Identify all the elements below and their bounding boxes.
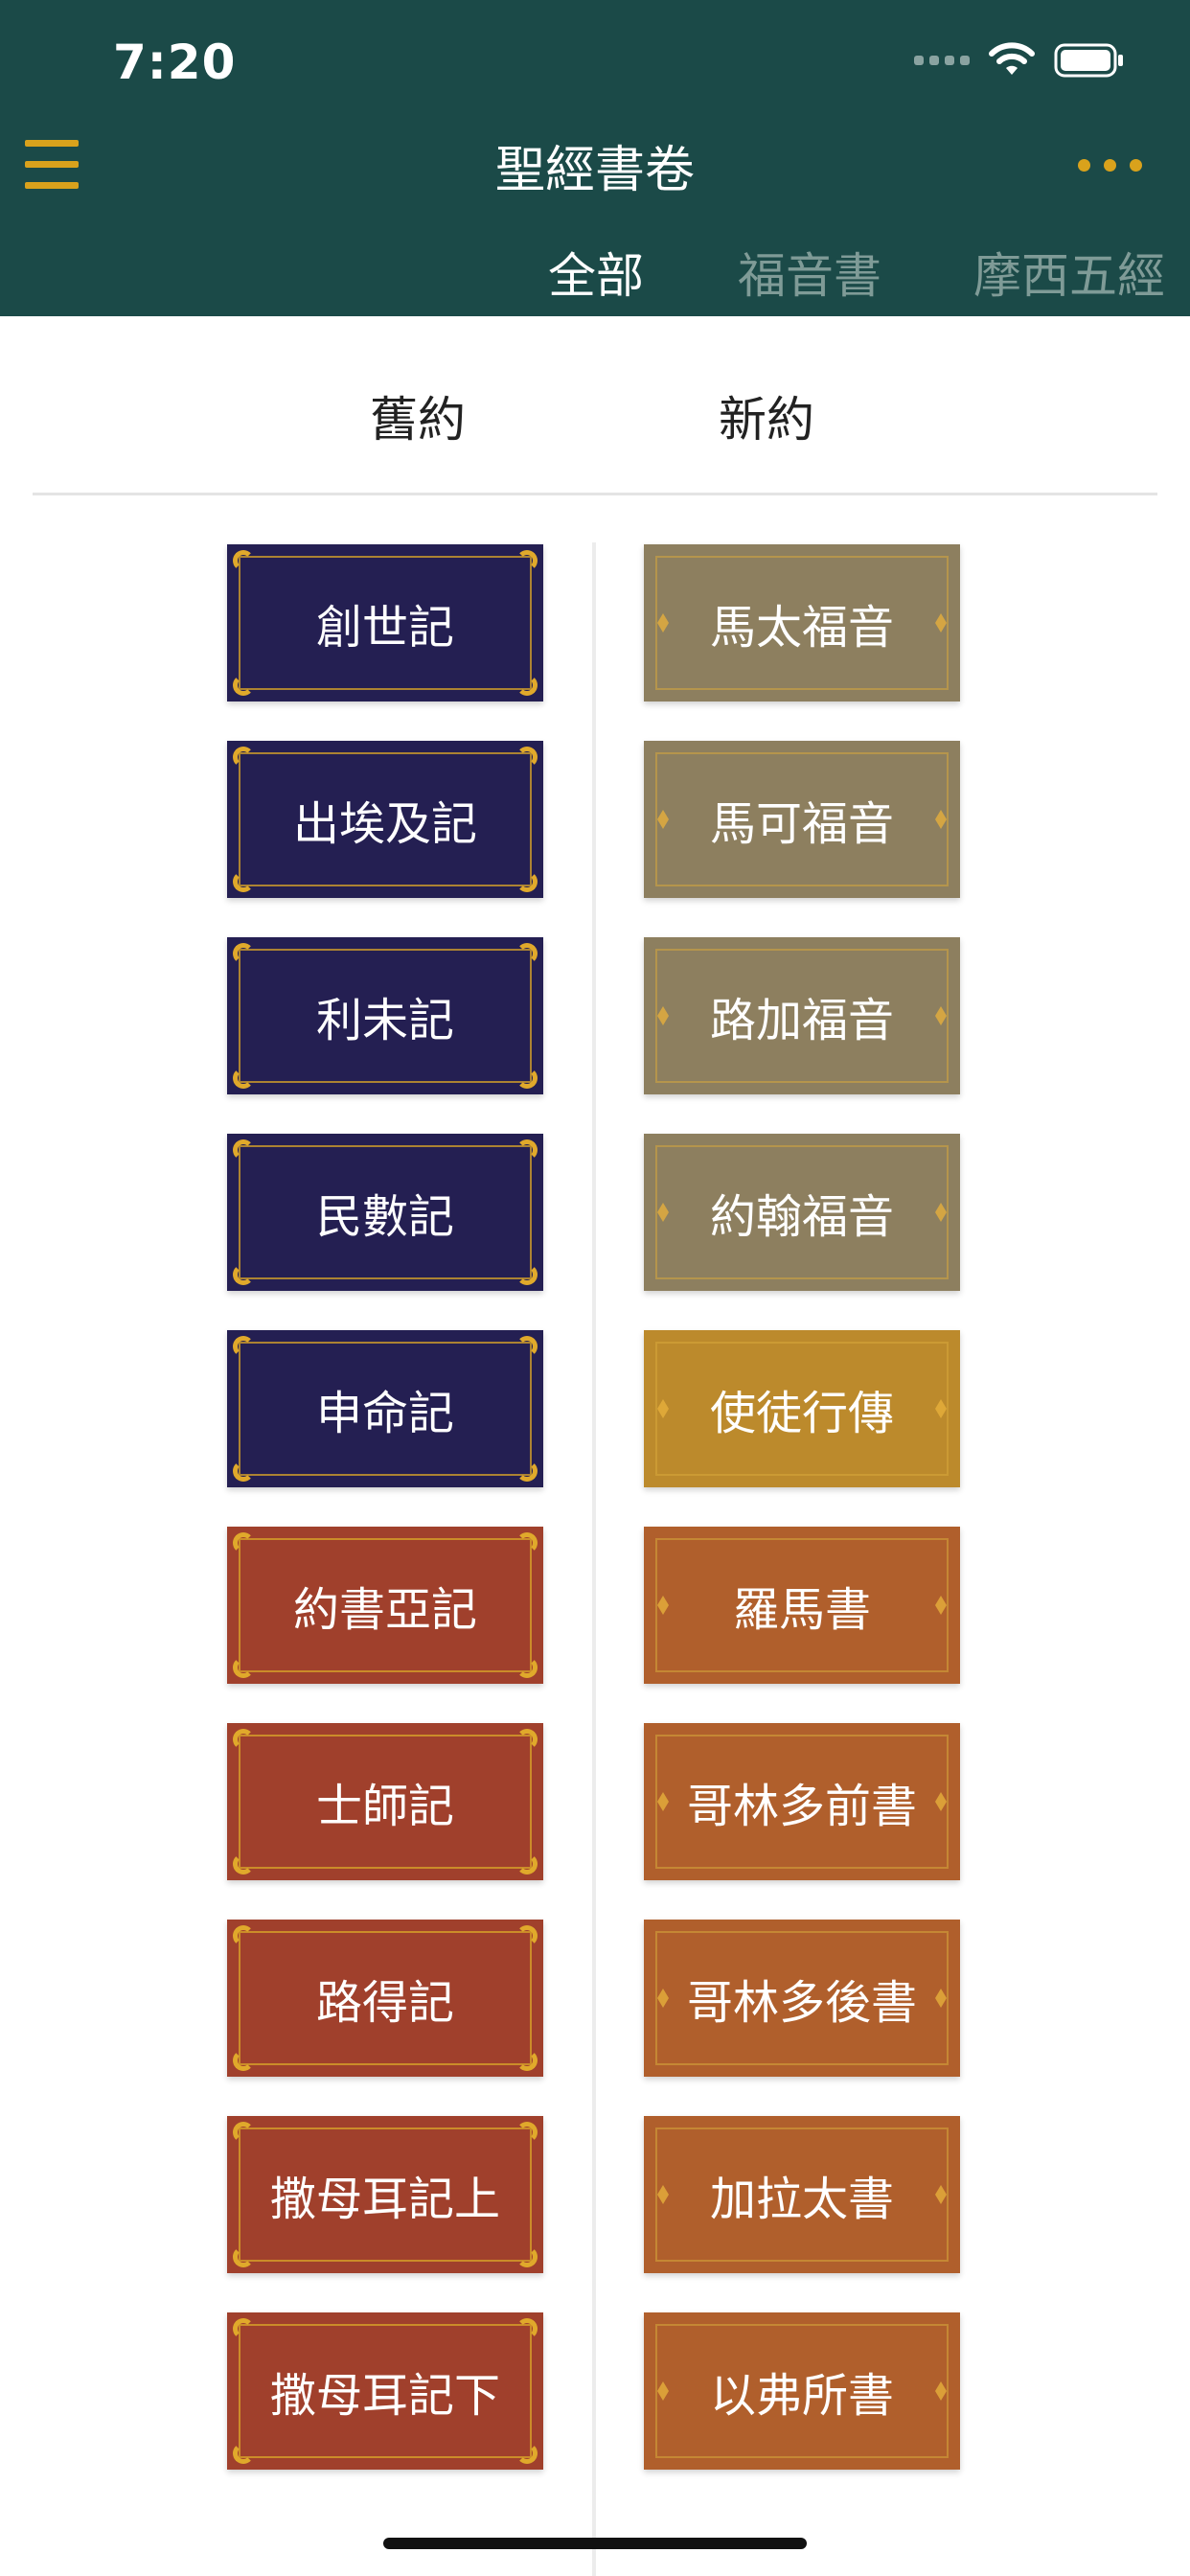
new-testament-book-card[interactable]: 以弗所書 bbox=[644, 2312, 960, 2470]
book-name: 使徒行傳 bbox=[709, 1387, 894, 1440]
tab-divider bbox=[33, 493, 1157, 495]
tab-new-testament[interactable]: 新約 bbox=[719, 381, 814, 450]
home-indicator bbox=[383, 2538, 807, 2549]
new-testament-book-card[interactable]: 馬太福音 bbox=[644, 544, 960, 702]
new-testament-book-card[interactable]: 約翰福音 bbox=[644, 1134, 960, 1291]
book-name: 撒母耳記上 bbox=[269, 2173, 500, 2226]
new-testament-book-card[interactable]: 路加福音 bbox=[644, 937, 960, 1094]
book-name: 士師記 bbox=[315, 1780, 454, 1833]
app-header: 7:20 聖經書卷 全部 福音書 摩西五經 bbox=[0, 0, 1190, 316]
tab-gospels[interactable]: 福音書 bbox=[738, 238, 881, 307]
new-testament-book-card[interactable]: 馬可福音 bbox=[644, 741, 960, 898]
old-testament-book-card[interactable]: 撒母耳記上 bbox=[227, 2116, 543, 2273]
book-name: 路得記 bbox=[315, 1976, 454, 2030]
page-title: 聖經書卷 bbox=[494, 142, 695, 199]
book-name: 加拉太書 bbox=[709, 2173, 894, 2226]
book-name: 哥林多前書 bbox=[686, 1780, 917, 1833]
more-options-icon[interactable] bbox=[1078, 159, 1142, 172]
tab-all[interactable]: 全部 bbox=[548, 238, 644, 307]
battery-icon bbox=[1054, 43, 1123, 78]
old-testament-book-card[interactable]: 民數記 bbox=[227, 1134, 543, 1291]
book-name: 馬太福音 bbox=[709, 601, 894, 655]
book-name: 申命記 bbox=[315, 1387, 454, 1440]
old-testament-book-card[interactable]: 撒母耳記下 bbox=[227, 2312, 543, 2470]
old-testament-book-card[interactable]: 約書亞記 bbox=[227, 1527, 543, 1684]
old-testament-book-card[interactable]: 申命記 bbox=[227, 1330, 543, 1487]
new-testament-book-card[interactable]: 哥林多後書 bbox=[644, 1920, 960, 2077]
book-name: 利未記 bbox=[315, 994, 454, 1047]
old-testament-book-card[interactable]: 出埃及記 bbox=[227, 741, 543, 898]
status-icons bbox=[914, 42, 1125, 79]
book-name: 撒母耳記下 bbox=[269, 2369, 500, 2423]
book-name: 以弗所書 bbox=[709, 2369, 894, 2423]
book-name: 馬可福音 bbox=[709, 797, 894, 851]
column-divider bbox=[592, 542, 596, 2576]
book-name: 羅馬書 bbox=[732, 1583, 871, 1637]
book-name: 哥林多後書 bbox=[686, 1976, 917, 2030]
book-name: 民數記 bbox=[315, 1190, 454, 1244]
old-testament-book-card[interactable]: 士師記 bbox=[227, 1723, 543, 1880]
tab-old-testament[interactable]: 舊約 bbox=[370, 381, 466, 450]
old-testament-book-card[interactable]: 創世記 bbox=[227, 544, 543, 702]
book-name: 約書亞記 bbox=[292, 1583, 477, 1637]
new-testament-book-card[interactable]: 羅馬書 bbox=[644, 1527, 960, 1684]
new-testament-book-card[interactable]: 哥林多前書 bbox=[644, 1723, 960, 1880]
tab-pentateuch[interactable]: 摩西五經 bbox=[973, 238, 1165, 307]
book-name: 出埃及記 bbox=[292, 797, 477, 851]
book-name: 路加福音 bbox=[709, 994, 894, 1047]
wifi-icon bbox=[989, 42, 1035, 75]
new-testament-book-card[interactable]: 加拉太書 bbox=[644, 2116, 960, 2273]
book-name: 約翰福音 bbox=[709, 1190, 894, 1244]
old-testament-book-card[interactable]: 路得記 bbox=[227, 1920, 543, 2077]
new-testament-book-card[interactable]: 使徒行傳 bbox=[644, 1330, 960, 1487]
signal-icon bbox=[914, 56, 970, 65]
book-name: 創世記 bbox=[315, 601, 454, 655]
old-testament-book-card[interactable]: 利未記 bbox=[227, 937, 543, 1094]
status-time: 7:20 bbox=[113, 34, 237, 90]
